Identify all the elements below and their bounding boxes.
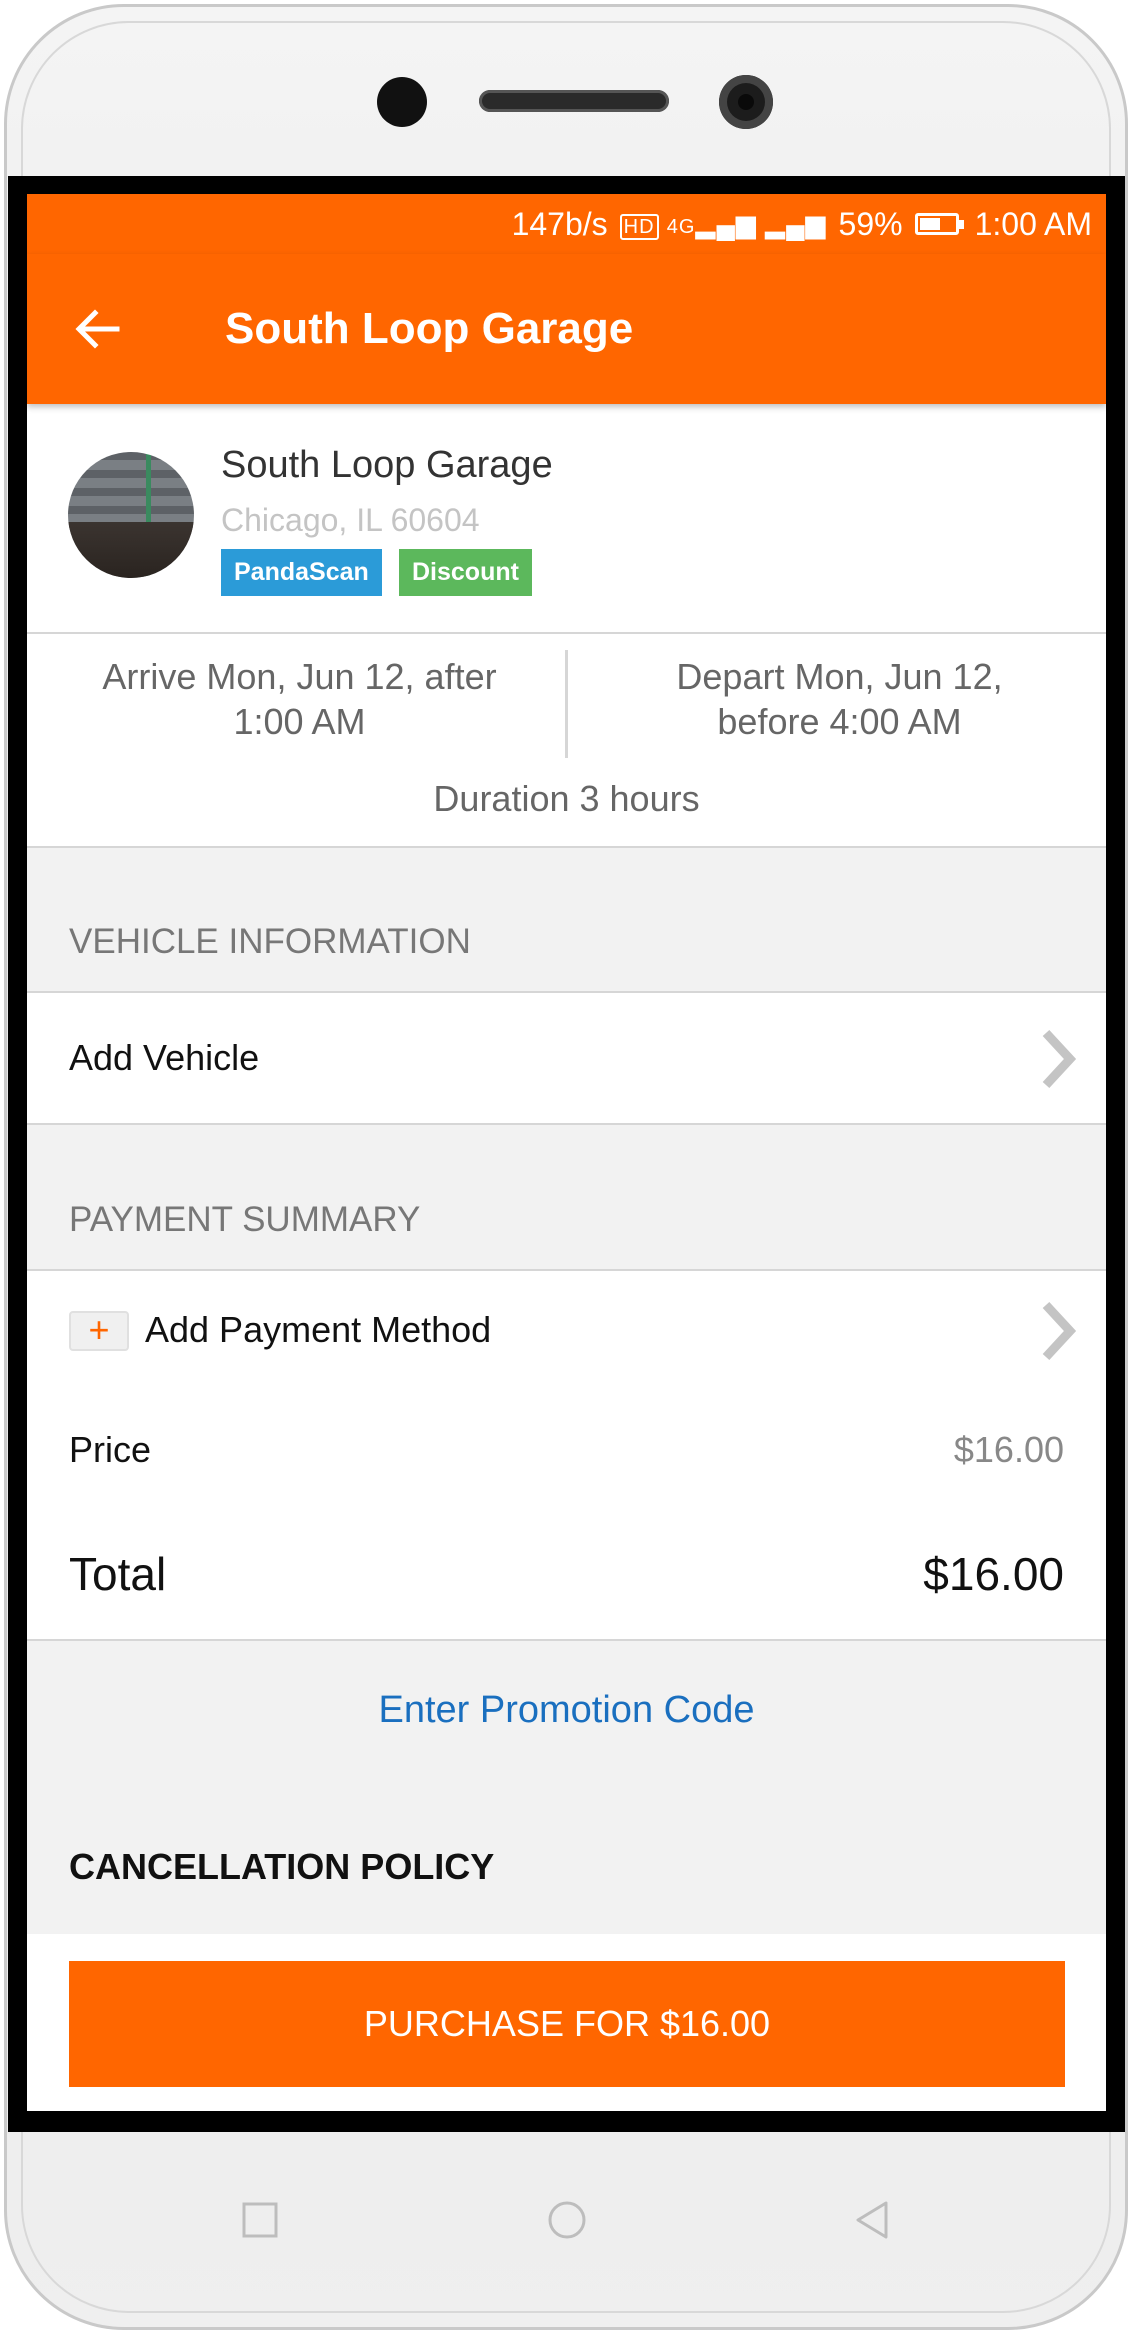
recent-apps-icon[interactable]: [240, 2200, 280, 2240]
screen: 147b/s HD 4G▂▄▆ ▂▄▆ 59% 1:00 AM South Lo…: [27, 194, 1106, 2111]
plus-icon: +: [69, 1311, 129, 1351]
front-sensor: [377, 77, 427, 127]
pandascan-badge: PandaScan: [221, 549, 382, 596]
front-camera: [719, 75, 773, 129]
total-label: Total: [69, 1548, 167, 1600]
add-vehicle-label: Add Vehicle: [69, 1037, 260, 1078]
page-title: South Loop Garage: [225, 304, 634, 353]
payment-section-title: PAYMENT SUMMARY: [69, 1200, 421, 1239]
add-payment-label: Add Payment Method: [145, 1309, 492, 1350]
garage-header: South Loop Garage Chicago, IL 60604 Pand…: [27, 404, 1106, 634]
back-nav-icon[interactable]: [852, 2200, 892, 2240]
depart-line-1: Depart Mon, Jun 12,: [676, 656, 1003, 697]
vehicle-section-title: VEHICLE INFORMATION: [69, 922, 471, 961]
status-time: 1:00 AM: [974, 205, 1092, 242]
schedule-panel: Arrive Mon, Jun 12, after 1:00 AM Depart…: [27, 634, 1106, 848]
total-row: Total $16.00: [27, 1509, 1106, 1641]
back-button[interactable]: [37, 269, 157, 389]
earpiece-speaker: [479, 90, 669, 112]
total-value: $16.00: [923, 1548, 1064, 1600]
home-icon[interactable]: [547, 2200, 587, 2240]
network-type: 4G: [666, 215, 696, 238]
garage-avatar: [68, 452, 194, 578]
price-label: Price: [69, 1429, 152, 1470]
price-row: Price $16.00: [27, 1391, 1106, 1511]
depart-line-2: before 4:00 AM: [717, 701, 962, 742]
depart-time: Depart Mon, Jun 12, before 4:00 AM: [607, 654, 1072, 744]
battery-percent: 59%: [838, 205, 903, 242]
schedule-divider: [565, 650, 568, 758]
status-bar: 147b/s HD 4G▂▄▆ ▂▄▆ 59% 1:00 AM: [27, 194, 1106, 254]
app-bar: South Loop Garage: [27, 254, 1106, 404]
chevron-right-icon: [1042, 1029, 1076, 1089]
arrive-time: Arrive Mon, Jun 12, after 1:00 AM: [67, 654, 532, 744]
cancellation-policy-title: CANCELLATION POLICY: [69, 1846, 495, 1887]
arrive-line-2: 1:00 AM: [233, 701, 366, 742]
promo-code-link[interactable]: Enter Promotion Code: [27, 1689, 1106, 1732]
purchase-button[interactable]: PURCHASE FOR $16.00: [69, 1961, 1065, 2087]
battery-icon: [914, 213, 964, 235]
garage-address: Chicago, IL 60604: [221, 502, 480, 538]
arrow-left-icon: [75, 309, 120, 349]
arrive-line-1: Arrive Mon, Jun 12, after: [102, 656, 497, 697]
price-value: $16.00: [953, 1429, 1064, 1470]
signal-icon: HD 4G▂▄▆ ▂▄▆: [619, 209, 827, 240]
add-vehicle-row[interactable]: Add Vehicle: [27, 991, 1106, 1125]
discount-badge: Discount: [399, 549, 532, 596]
garage-name: South Loop Garage: [221, 444, 553, 486]
network-speed: 147b/s: [511, 205, 608, 242]
chevron-right-icon: [1042, 1301, 1076, 1361]
duration: Duration 3 hours: [433, 778, 700, 819]
add-payment-row[interactable]: + Add Payment Method: [27, 1269, 1106, 1393]
